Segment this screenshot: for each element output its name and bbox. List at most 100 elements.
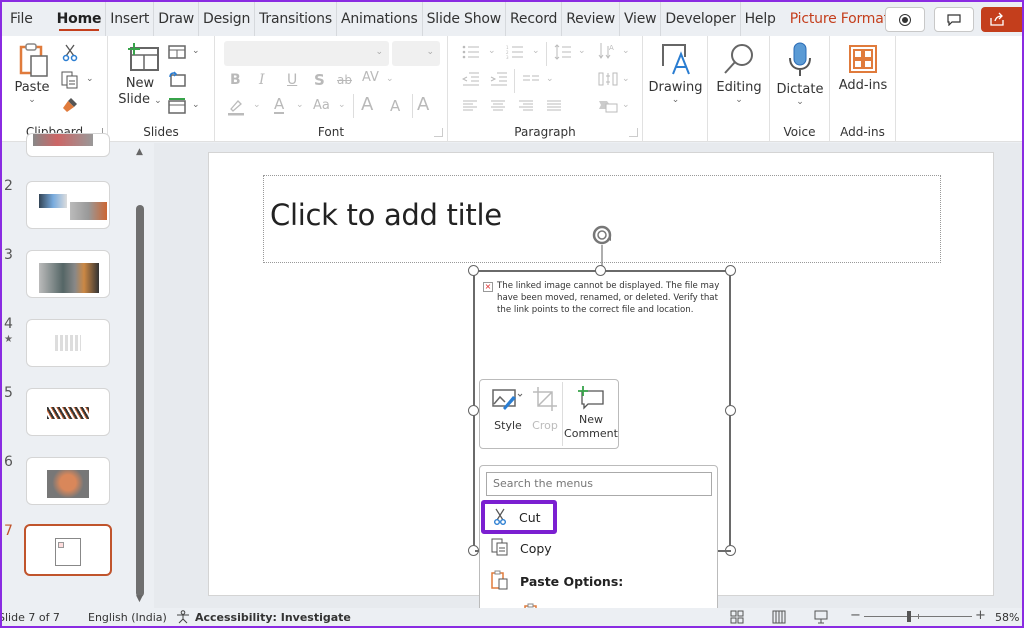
copy-menu-item[interactable]: Copy <box>489 535 715 561</box>
resize-handle-top-left[interactable] <box>468 265 479 276</box>
zoom-in-button[interactable]: + <box>975 608 986 623</box>
slide-thumbnail-4[interactable] <box>26 319 110 367</box>
slide-pane-scrollbar[interactable]: ▲ ▼ <box>133 143 147 608</box>
align-left-icon[interactable] <box>462 100 478 112</box>
slides-group-label: Slides <box>143 125 179 139</box>
chevron-down-icon[interactable]: ⌄ <box>192 46 200 56</box>
language-indicator[interactable]: English (India) <box>88 611 167 624</box>
new-slide-button[interactable]: New Slide ⌄ <box>114 42 166 120</box>
tab-view[interactable]: View <box>620 2 662 36</box>
normal-view-icon[interactable] <box>730 610 744 624</box>
resize-handle-top[interactable] <box>595 265 606 276</box>
align-center-icon[interactable] <box>490 100 506 112</box>
rotate-handle-icon[interactable] <box>590 223 616 271</box>
new-comment-button[interactable]: New Comment <box>564 386 618 446</box>
format-painter-icon[interactable] <box>61 96 79 114</box>
zoom-slider-thumb[interactable] <box>907 611 912 622</box>
paragraph-launcher[interactable] <box>629 128 638 137</box>
change-case-button[interactable]: Aa <box>313 98 330 113</box>
font-launcher[interactable] <box>434 128 443 137</box>
scroll-up-icon[interactable]: ▲ <box>136 147 143 157</box>
resize-handle-left[interactable] <box>468 405 479 416</box>
tab-slide-show[interactable]: Slide Show <box>423 2 507 36</box>
section-icon[interactable] <box>168 98 186 114</box>
style-button[interactable]: Style <box>486 386 530 442</box>
tab-review[interactable]: Review <box>562 2 620 36</box>
record-button[interactable] <box>885 7 925 32</box>
layout-icon[interactable] <box>168 45 186 59</box>
resize-handle-right[interactable] <box>725 405 736 416</box>
numbering-icon[interactable]: 123 <box>506 45 524 59</box>
cut-icon[interactable] <box>62 44 78 62</box>
smartart-icon[interactable] <box>598 98 618 114</box>
shadow-button[interactable]: S <box>314 71 325 89</box>
decrease-indent-icon[interactable] <box>462 72 480 86</box>
tab-developer[interactable]: Developer <box>661 2 741 36</box>
copy-icon[interactable] <box>61 71 79 89</box>
tab-draw[interactable]: Draw <box>154 2 199 36</box>
strikethrough-button[interactable]: ab <box>337 73 352 87</box>
search-menus-input[interactable]: Search the menus <box>486 472 712 496</box>
increase-indent-icon[interactable] <box>490 72 508 86</box>
tab-help[interactable]: Help <box>741 2 780 36</box>
tab-file[interactable]: File <box>2 2 37 36</box>
align-text-icon[interactable] <box>598 71 618 87</box>
zoom-out-button[interactable]: − <box>850 608 861 623</box>
align-right-icon[interactable] <box>518 100 534 112</box>
font-name-dropdown[interactable]: ⌄ <box>224 41 389 66</box>
addins-label: Add-ins <box>838 78 888 93</box>
columns-icon[interactable] <box>522 74 540 84</box>
tab-design[interactable]: Design <box>199 2 256 36</box>
tab-picture-format[interactable]: Picture Format <box>786 2 893 36</box>
slide-thumbnail-2[interactable] <box>26 181 110 229</box>
scroll-down-icon[interactable]: ▼ <box>136 594 143 604</box>
chevron-down-icon[interactable]: ⌄ <box>86 74 94 84</box>
slide-thumbnail-5[interactable] <box>26 388 110 436</box>
accessibility-status[interactable]: Accessibility: Investigate <box>195 611 351 624</box>
slide-thumbnail-7[interactable] <box>24 524 112 576</box>
justify-icon[interactable] <box>546 100 562 112</box>
svg-text:A: A <box>609 44 614 52</box>
tab-transitions[interactable]: Transitions <box>255 2 337 36</box>
grow-font-button[interactable]: A <box>361 94 373 115</box>
broken-image-icon: × <box>483 282 493 292</box>
slide-number: 5 <box>4 385 13 401</box>
slideshow-view-icon[interactable] <box>814 610 828 624</box>
cut-menu-item[interactable]: Cut <box>481 500 557 534</box>
crop-button[interactable]: Crop <box>530 386 560 442</box>
slide-thumbnail-3[interactable] <box>26 250 110 298</box>
bullets-icon[interactable] <box>462 45 480 59</box>
underline-button[interactable]: U <box>287 72 297 88</box>
tab-insert[interactable]: Insert <box>106 2 155 36</box>
slide-counter: Slide 7 of 7 <box>2 611 60 624</box>
resize-handle-top-right[interactable] <box>725 265 736 276</box>
paste-button[interactable]: Paste ⌄ <box>12 42 52 112</box>
chevron-down-icon[interactable]: ⌄ <box>192 100 200 110</box>
tab-animations[interactable]: Animations <box>337 2 423 36</box>
font-size-dropdown[interactable]: ⌄ <box>392 41 440 66</box>
share-button[interactable] <box>981 7 1022 32</box>
bold-button[interactable]: B <box>230 72 241 88</box>
shrink-font-button[interactable]: A <box>390 97 400 115</box>
editing-button[interactable]: Editing ⌄ <box>712 42 766 122</box>
drawing-button[interactable]: Drawing ⌄ <box>647 42 704 122</box>
italic-button[interactable]: I <box>259 72 265 88</box>
reset-icon[interactable] <box>168 71 186 87</box>
reading-view-icon[interactable] <box>772 610 786 624</box>
slide-thumbnail-1[interactable] <box>26 133 110 157</box>
scrollbar-thumb[interactable] <box>136 205 144 597</box>
clear-formatting-button[interactable]: A <box>417 94 429 115</box>
text-direction-icon[interactable]: A <box>598 42 616 60</box>
paste-label: Paste <box>14 80 50 95</box>
slide-thumbnail-6[interactable] <box>26 457 110 505</box>
tab-record[interactable]: Record <box>506 2 563 36</box>
comments-button[interactable] <box>934 7 974 32</box>
zoom-level[interactable]: 58% <box>995 611 1019 624</box>
tab-home[interactable]: Home <box>53 2 107 36</box>
font-color-button[interactable]: A <box>274 96 285 114</box>
character-spacing-button[interactable]: AV <box>362 70 379 85</box>
addins-button[interactable]: Add-ins <box>834 44 892 104</box>
dictate-button[interactable]: Dictate ⌄ <box>773 42 827 116</box>
highlight-icon[interactable] <box>227 98 245 116</box>
line-spacing-icon[interactable] <box>554 44 572 60</box>
